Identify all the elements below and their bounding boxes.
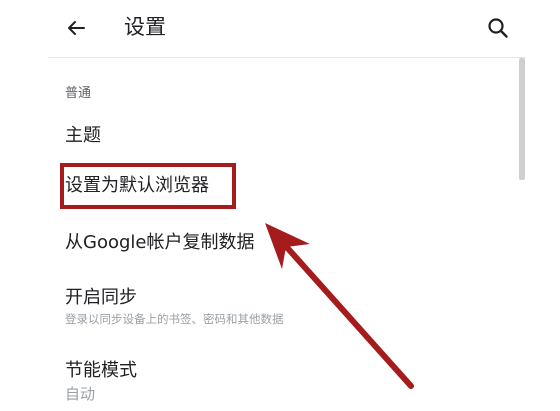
- item-title: 主题: [65, 125, 101, 146]
- item-subtitle: 登录以同步设备上的书签、密码和其他数据: [65, 312, 284, 326]
- header-divider: [48, 57, 526, 58]
- settings-item-energy-saver[interactable]: 节能模式 自动: [65, 358, 515, 404]
- back-button[interactable]: [62, 14, 90, 42]
- settings-item-theme[interactable]: 主题: [65, 123, 515, 149]
- item-subtitle: 自动: [65, 385, 96, 403]
- back-arrow-icon: [68, 21, 85, 35]
- page-title: 设置: [124, 15, 166, 39]
- search-icon: [488, 18, 508, 38]
- item-title: 开启同步: [65, 287, 137, 308]
- settings-item-sync[interactable]: 开启同步 登录以同步设备上的书签、密码和其他数据: [65, 285, 515, 327]
- scrollbar[interactable]: [519, 58, 525, 180]
- search-button[interactable]: [484, 14, 512, 42]
- item-title: 节能模式: [65, 360, 137, 381]
- app-bar: 设置: [0, 0, 560, 56]
- annotation-highlight-box: [60, 163, 236, 209]
- section-header-general: 普通: [65, 86, 92, 101]
- settings-item-copy-google-data[interactable]: 从Google帐户复制数据: [65, 230, 515, 256]
- item-title: 从Google帐户复制数据: [65, 232, 255, 253]
